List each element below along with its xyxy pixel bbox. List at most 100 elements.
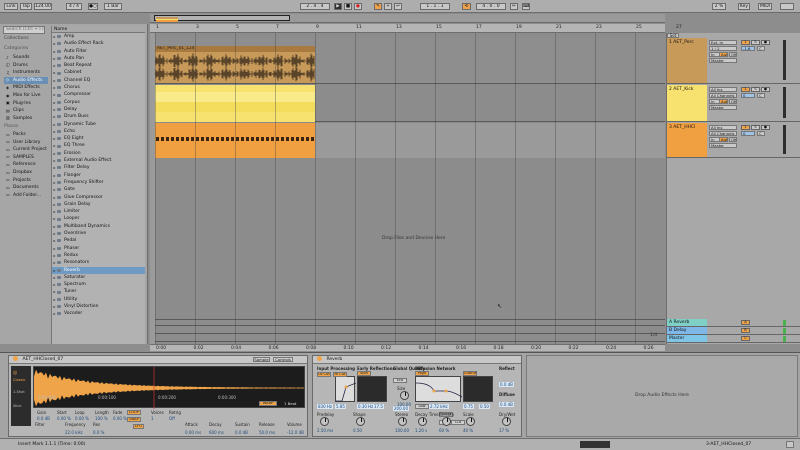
browser-item[interactable]: ▸ Tuner: [52, 288, 145, 295]
arrangement-position-field[interactable]: 2 . 4 . 4: [300, 3, 330, 10]
reverb-option-button[interactable]: Hi Cut: [333, 372, 347, 377]
browser-item[interactable]: ▸ Delay: [52, 106, 145, 113]
input-channel-dropdown[interactable]: All Channels: [709, 93, 737, 98]
output-dropdown[interactable]: Master: [709, 105, 737, 110]
browser-item[interactable]: ▸ Drum Buss: [52, 113, 145, 120]
sample-param-value[interactable]: 0.00 %: [75, 416, 89, 421]
envelope-param-value[interactable]: 0.0 %: [93, 430, 104, 435]
diffusion-display[interactable]: [415, 376, 463, 402]
slice-mode-button[interactable]: Slice: [13, 404, 21, 408]
overdub-button[interactable]: +: [384, 3, 392, 10]
browser-item[interactable]: ▸ Phaser: [52, 245, 145, 252]
toggle-view-button[interactable]: [786, 441, 794, 448]
envelope-param-value[interactable]: 0.0 dB: [235, 430, 248, 435]
loop-button[interactable]: LOOP: [127, 410, 141, 415]
envelope-param-value[interactable]: 22.0 kHz: [65, 430, 83, 435]
sample-param-value[interactable]: Off: [169, 416, 175, 421]
place-item[interactable]: ▭ Packs: [4, 131, 48, 138]
reverb-option-button[interactable]: Low: [415, 404, 429, 409]
monitor-off-button[interactable]: Off: [729, 52, 737, 57]
volume-field[interactable]: 0: [741, 131, 755, 136]
browser-item[interactable]: ▸ Glue Compressor: [52, 194, 145, 201]
place-item[interactable]: ▭ Current Project: [4, 146, 48, 153]
category-item[interactable]: ♪ Sounds: [4, 54, 48, 61]
input-type-dropdown[interactable]: All Ins: [709, 125, 737, 130]
classic-mode-button[interactable]: Classic: [13, 378, 25, 382]
reverb-knob-value[interactable]: 60 %: [439, 428, 449, 433]
browser-item[interactable]: ▸ Vocoder: [52, 310, 145, 317]
monitor-off-button[interactable]: Off: [729, 99, 737, 104]
sample-param-value[interactable]: 1: [151, 416, 154, 421]
snap-button[interactable]: SNAP: [127, 417, 141, 422]
reverb-knob[interactable]: [320, 417, 329, 426]
envelope-param-value[interactable]: -12.0 dB: [287, 430, 304, 435]
reverb-option-button[interactable]: Eco: [393, 378, 407, 383]
activator-button[interactable]: 1: [741, 40, 750, 45]
output-dropdown[interactable]: Master: [709, 58, 737, 63]
output-dropdown[interactable]: Master: [709, 143, 737, 148]
browser-item[interactable]: ▸ Vinyl Distortion: [52, 303, 145, 310]
category-item[interactable]: ▥ Samples: [4, 115, 48, 122]
monitor-auto-button[interactable]: Auto: [719, 52, 728, 57]
browser-item[interactable]: ▸ EQ Eight: [52, 135, 145, 142]
master-lane[interactable]: [155, 335, 665, 342]
link-button[interactable]: Link: [4, 3, 18, 10]
arm-button[interactable]: ●: [761, 87, 770, 92]
draw-mode-button[interactable]: ✏: [510, 3, 518, 10]
browser-item[interactable]: ▸ Flanger: [52, 172, 145, 179]
browser-item[interactable]: ▸ Auto Filter: [52, 48, 145, 55]
reverb-knob[interactable]: [442, 417, 451, 426]
reverb-knob-value[interactable]: 1.20 s: [415, 428, 427, 433]
automation-arm-button[interactable]: ✎: [374, 3, 382, 10]
input-channel-dropdown[interactable]: 1 / 2: [709, 46, 737, 51]
name-column-header[interactable]: Name: [52, 26, 145, 33]
browser-item[interactable]: ▸ Auto Pan: [52, 55, 145, 62]
browser-item[interactable]: ▸ Utility: [52, 296, 145, 303]
envelope-param-value[interactable]: 600 ms: [209, 430, 224, 435]
browser-item[interactable]: ▸ Dynamic Tube: [52, 121, 145, 128]
input-channel-dropdown[interactable]: All Channels: [709, 131, 737, 136]
reverb-knob-value[interactable]: 100.00: [397, 402, 411, 407]
browser-item[interactable]: ▸ Reverb: [52, 266, 145, 274]
reverb-knob-value[interactable]: 0.50: [353, 428, 362, 433]
pan-field[interactable]: C: [757, 131, 765, 136]
place-item[interactable]: ▭ Dropbox: [4, 169, 48, 176]
key-map-button[interactable]: Key: [738, 3, 750, 10]
reverb-option-button[interactable]: Chorus: [463, 371, 477, 376]
browser-item[interactable]: ▸ Cabinet: [52, 69, 145, 76]
input-type-dropdown[interactable]: All Ins: [709, 87, 737, 92]
metronome-button[interactable]: ●○: [88, 3, 98, 10]
category-item[interactable]: ◫ Drums: [4, 62, 48, 69]
solo-button[interactable]: S: [751, 40, 760, 45]
browser-item[interactable]: ▸ Erosion: [52, 150, 145, 157]
track-lane-kick[interactable]: [155, 85, 665, 122]
category-item[interactable]: ◉ Max for Live: [4, 92, 48, 99]
reverb-value[interactable]: 5.85: [335, 404, 346, 409]
reverb-option-button[interactable]: Spin: [357, 371, 371, 376]
volume-field[interactable]: -1.6: [741, 46, 755, 51]
sample-param-value[interactable]: 100 %: [95, 416, 108, 421]
midi-map-button[interactable]: MIDI: [758, 3, 772, 10]
browser-item[interactable]: ▸ Grain Delay: [52, 201, 145, 208]
category-item[interactable]: ♫ Instruments: [4, 69, 48, 76]
lfo-button[interactable]: LFO: [133, 424, 144, 429]
arrangement-overview[interactable]: [150, 14, 665, 23]
browser-item[interactable]: ▸ External Audio Effect: [52, 157, 145, 164]
activator-button[interactable]: 1: [741, 87, 750, 92]
track-name[interactable]: 1 AET_Perc: [667, 38, 707, 83]
pan-field[interactable]: C: [757, 93, 765, 98]
category-item[interactable]: ▤ Clips: [4, 107, 48, 114]
browser-item[interactable]: ▸ Beat Repeat: [52, 62, 145, 69]
browser-item[interactable]: ▸ Frequency Shifter: [52, 179, 145, 186]
controls-tab[interactable]: Controls: [273, 357, 293, 362]
reverb-value[interactable]: 0.30 Hz: [357, 404, 375, 409]
browser-item[interactable]: ▸ Redux: [52, 252, 145, 259]
return-name[interactable]: B Delay: [667, 327, 707, 334]
browser-item[interactable]: ▸ Compressor: [52, 91, 145, 98]
reverb-option-button[interactable]: Cut: [451, 420, 465, 425]
tempo-field[interactable]: 124.00: [34, 3, 52, 10]
warp-button[interactable]: WARP: [259, 401, 277, 406]
reverb-knob-value[interactable]: 100.00: [395, 428, 409, 433]
place-item[interactable]: ▭ User Library: [4, 139, 48, 146]
track-lane-hihat[interactable]: [155, 123, 665, 158]
